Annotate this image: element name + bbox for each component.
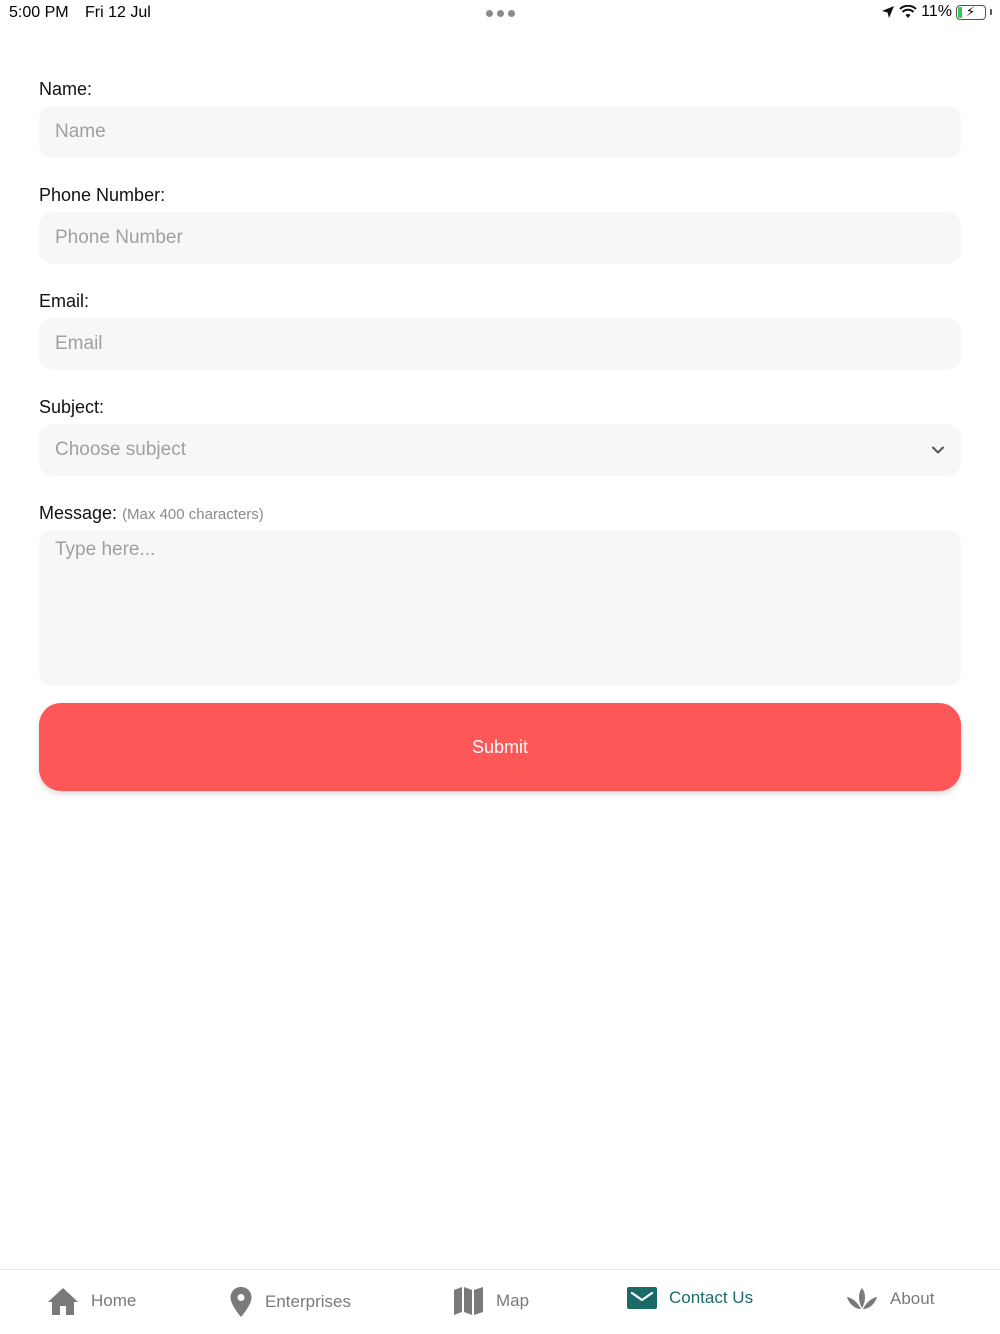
chevron-down-icon	[932, 446, 944, 454]
message-label: Message: (Max 400 characters)	[39, 502, 961, 524]
tab-about-label: About	[890, 1289, 935, 1308]
message-textarea[interactable]: Type here...	[39, 530, 961, 686]
name-input[interactable]: Name	[39, 106, 961, 158]
home-icon	[48, 1288, 78, 1315]
phone-input[interactable]: Phone Number	[39, 212, 961, 264]
email-input[interactable]: Email	[39, 318, 961, 370]
subject-label: Subject:	[39, 397, 105, 417]
message-label-text: Message:	[39, 503, 118, 523]
tab-contact-us[interactable]: Contact Us	[627, 1286, 753, 1310]
battery-icon: ⚡	[956, 4, 986, 20]
tab-home-label: Home	[91, 1291, 137, 1310]
status-bar: 5:00 PM Fri 12 Jul 11% ⚡	[0, 0, 1000, 28]
phone-label: Phone Number:	[39, 185, 166, 205]
multitasking-dots-icon[interactable]	[486, 10, 515, 17]
tab-map[interactable]: Map	[453, 1286, 529, 1316]
tab-enterprises[interactable]: Enterprises	[229, 1286, 351, 1318]
message-hint: (Max 400 characters)	[122, 506, 264, 523]
tab-about[interactable]: About	[846, 1286, 934, 1312]
tab-map-label: Map	[496, 1291, 530, 1310]
envelope-icon	[627, 1287, 657, 1309]
status-date: Fri 12 Jul	[85, 4, 151, 21]
name-label: Name:	[39, 79, 93, 99]
battery-percent: 11%	[921, 3, 952, 20]
lotus-icon	[847, 1288, 877, 1309]
submit-button[interactable]: Submit	[39, 703, 961, 791]
status-time: 5:00 PM	[9, 4, 69, 21]
tab-bar: Home Enterprises Map Contact Us About	[0, 1269, 1000, 1334]
tab-contact-us-label: Contact Us	[669, 1288, 754, 1307]
map-icon	[454, 1287, 483, 1315]
email-placeholder: Email	[55, 333, 103, 354]
map-pin-icon	[230, 1287, 252, 1317]
wifi-icon	[899, 5, 917, 18]
subject-placeholder: Choose subject	[55, 439, 186, 460]
message-placeholder: Type here...	[55, 539, 156, 560]
subject-select[interactable]: Choose subject	[39, 424, 961, 476]
location-arrow-icon	[882, 6, 895, 18]
phone-placeholder: Phone Number	[55, 227, 183, 248]
email-label: Email:	[39, 291, 90, 311]
tab-home[interactable]: Home	[47, 1286, 136, 1316]
tab-enterprises-label: Enterprises	[265, 1292, 351, 1311]
name-placeholder: Name	[55, 121, 106, 142]
status-indicators: 11% ⚡	[881, 3, 992, 21]
contact-form: Name: Name Phone Number: Phone Number Em…	[39, 78, 961, 712]
